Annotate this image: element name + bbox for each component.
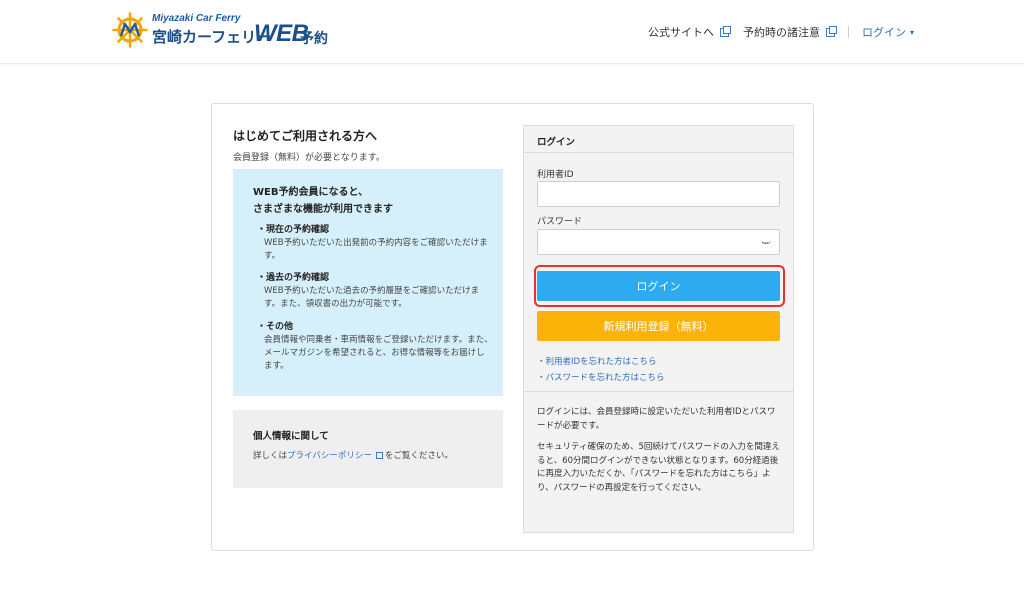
password-field-wrap <box>524 229 793 255</box>
header-login-label: ログイン <box>861 26 906 39</box>
benefits-box: WEB予約会員になると、 さまざまな機能が利用できます ・現在の予約確認 WEB… <box>233 169 503 396</box>
eye-closed-icon[interactable] <box>761 240 771 244</box>
user-id-input[interactable] <box>537 181 780 207</box>
external-link-icon <box>375 452 383 459</box>
logo-subtitle: Miyazaki Car Ferry <box>152 13 241 24</box>
ship-wheel-logo-icon <box>112 12 148 48</box>
first-time-title: はじめてご利用される方へ <box>233 129 378 143</box>
privacy-text: 詳しくはプライバシーポリシー をご覧ください。 <box>253 451 453 461</box>
external-link-icon <box>719 25 731 37</box>
notes-label: 予約時の諸注意 <box>742 26 820 39</box>
login-button[interactable]: ログイン <box>537 271 780 301</box>
external-link-icon <box>825 25 837 37</box>
official-site-link[interactable]: 公式サイトへ <box>647 24 731 40</box>
login-divider <box>524 391 793 392</box>
benefit-item-past: ・過去の予約確認 WEB予約いただいた過去の予約履歴をご確認いただけます。また、… <box>257 273 480 309</box>
logo-yoyaku: 予約 <box>300 30 328 46</box>
forgot-password-link[interactable]: ・パスワードを忘れた方はこちら <box>537 371 665 383</box>
site-header: Miyazaki Car Ferry 宮崎カーフェリー WEB 予約 公式サイト… <box>0 0 1024 64</box>
login-panel: ログイン 利用者ID パスワード ログイン 新規利用登録（無料） ・利用者IDを… <box>523 125 794 533</box>
register-button[interactable]: 新規利用登録（無料） <box>537 311 780 341</box>
benefit-item-current: ・現在の予約確認 WEB予約いただいた出発前の予約内容をご確認いただけます。 <box>257 225 488 261</box>
header-login-menu[interactable]: ログイン ▾ <box>862 24 914 40</box>
first-time-desc: 会員登録（無料）が必要となります。 <box>233 153 385 163</box>
privacy-box: 個人情報に関して 詳しくはプライバシーポリシー をご覧ください。 <box>233 410 503 488</box>
benefits-heading: WEB予約会員になると、 さまざまな機能が利用できます <box>253 187 393 215</box>
password-label: パスワード <box>537 217 583 227</box>
chevron-down-icon: ▾ <box>909 27 914 37</box>
user-id-label: 利用者ID <box>537 170 574 180</box>
privacy-policy-link[interactable]: プライバシーポリシー <box>287 451 372 461</box>
header-nav: 公式サイトへ 予約時の諸注意 ログイン ▾ <box>648 24 914 40</box>
login-note-2: セキュリティ確保のため、5回続けてパスワードの入力を間違えると、60分間ログイン… <box>537 442 780 493</box>
notes-link[interactable]: 予約時の諸注意 <box>742 24 837 40</box>
password-input[interactable] <box>537 229 780 255</box>
forgot-id-link[interactable]: ・利用者IDを忘れた方はこちら <box>537 355 657 367</box>
official-site-label: 公式サイトへ <box>647 26 714 39</box>
login-card: はじめてご利用される方へ 会員登録（無料）が必要となります。 WEB予約会員にな… <box>211 103 814 551</box>
benefit-item-other: ・その他 会員情報や同乗者・車両情報をご登録いただけます。また、メールマガジンを… <box>257 322 493 371</box>
nav-divider <box>847 26 849 38</box>
site-logo[interactable]: Miyazaki Car Ferry 宮崎カーフェリー WEB 予約 <box>112 10 342 50</box>
privacy-title: 個人情報に関して <box>253 431 329 442</box>
login-note-1: ログインには、会員登録時に設定いただいた利用者IDとパスワードが必要です。 <box>537 407 776 431</box>
login-panel-title: ログイン <box>524 126 793 153</box>
